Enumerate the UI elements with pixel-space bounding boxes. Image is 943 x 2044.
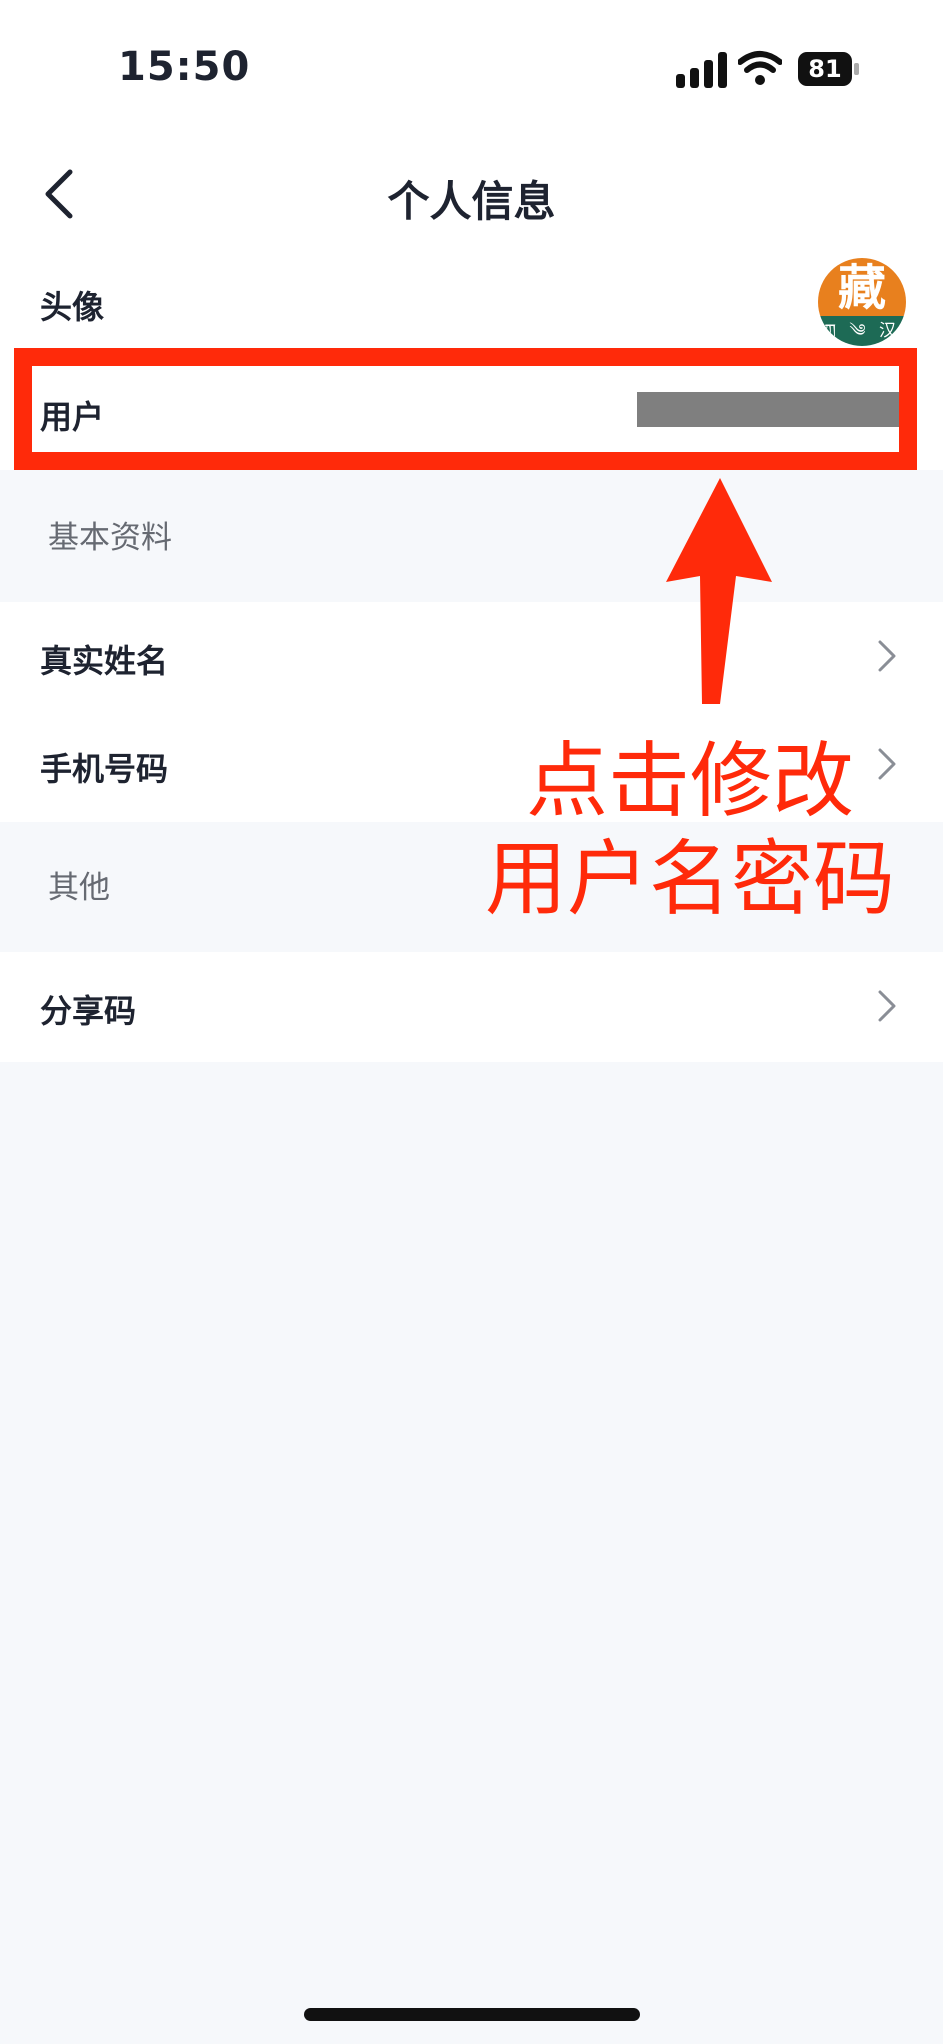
avatar-row[interactable]: 头像 xyxy=(0,248,943,352)
annotation-text-line2: 用户名密码 xyxy=(484,832,895,927)
avatar[interactable]: 藏 ཀ ༄ 汉 xyxy=(818,258,906,346)
status-time: 15:50 xyxy=(118,44,251,90)
chevron-right-icon xyxy=(878,990,896,1022)
real-name-label: 真实姓名 xyxy=(40,642,169,680)
avatar-logo-char: 藏 xyxy=(837,260,886,316)
battery-icon: 81 xyxy=(798,52,860,86)
section-basic-label: 基本资料 xyxy=(48,520,172,556)
battery-level: 81 xyxy=(798,52,852,86)
home-indicator[interactable] xyxy=(304,2008,640,2021)
cellular-signal-icon xyxy=(676,50,728,88)
chevron-right-icon xyxy=(878,640,896,672)
avatar-logo-sub: ཀ ༄ 汉 xyxy=(823,321,900,341)
annotation-text-line1: 点击修改 xyxy=(525,734,854,829)
real-name-row[interactable]: 真实姓名 xyxy=(0,602,943,712)
phone-label: 手机号码 xyxy=(40,750,169,788)
page-title: 个人信息 xyxy=(387,177,556,226)
wifi-icon xyxy=(738,51,782,85)
share-code-label: 分享码 xyxy=(40,992,137,1030)
status-bar: 15:50 81 xyxy=(0,0,943,140)
share-code-row[interactable]: 分享码 xyxy=(0,952,943,1062)
nav-bar: 个人信息 xyxy=(0,140,943,248)
avatar-label: 头像 xyxy=(40,288,105,326)
section-other-label: 其他 xyxy=(48,870,110,906)
annotation-arrow-icon xyxy=(666,478,772,704)
annotation-highlight-box xyxy=(14,348,917,470)
section-basic-info: 基本资料 xyxy=(0,470,943,602)
battery-tip xyxy=(854,63,859,75)
